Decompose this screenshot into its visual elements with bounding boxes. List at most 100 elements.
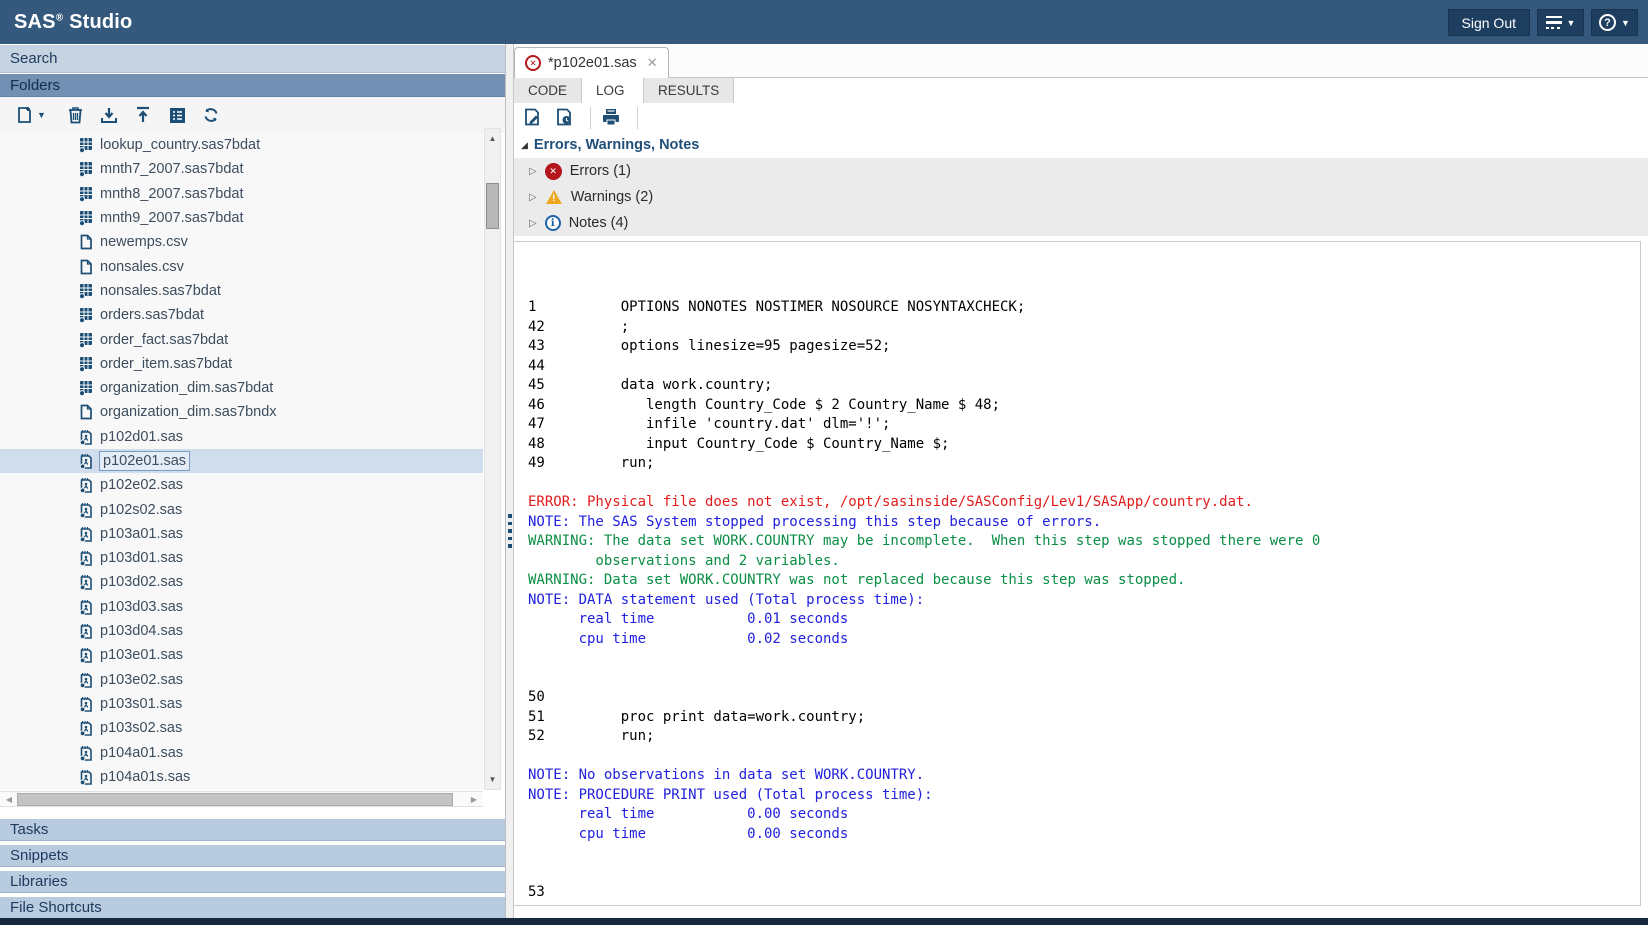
tree-item[interactable]: p103s01.sas (0, 692, 483, 716)
table-file-icon (78, 186, 94, 202)
tree-item[interactable]: nonsales.sas7bdat (0, 279, 483, 303)
error-circle-icon: ✕ (545, 163, 562, 180)
menu-button[interactable]: ▼ (1537, 9, 1584, 36)
tree-item[interactable]: p103e01.sas (0, 643, 483, 667)
log-history-button[interactable] (551, 105, 577, 131)
navigation-sidebar: Search Folders ▼ (0, 44, 505, 918)
tree-item[interactable]: p103d04.sas (0, 619, 483, 643)
delete-icon (67, 106, 84, 124)
tree-item[interactable]: mnth8_2007.sas7bdat (0, 182, 483, 206)
tree-item[interactable]: p103d02.sas (0, 570, 483, 594)
scroll-up-arrow-icon[interactable]: ▲ (485, 131, 500, 146)
sidebar-panel-folders[interactable]: Folders (0, 74, 505, 97)
tab-log[interactable]: LOG (582, 78, 644, 103)
upload-icon (134, 106, 152, 124)
tree-item[interactable]: p102e02.sas (0, 473, 483, 497)
tree-item[interactable]: organization_dim.sas7bdat (0, 376, 483, 400)
tree-item-selected[interactable]: p102e01.sas (0, 449, 483, 473)
tree-item[interactable]: p103d03.sas (0, 595, 483, 619)
tree-item[interactable]: organization_dim.sas7bndx (0, 400, 483, 424)
sas-program-icon (78, 599, 94, 615)
tree-item[interactable]: order_fact.sas7bdat (0, 327, 483, 351)
tree-item[interactable]: lookup_country.sas7bdat (0, 133, 483, 157)
tree-item[interactable]: p102d01.sas (0, 425, 483, 449)
splitter-grip-icon[interactable] (508, 514, 512, 548)
tree-item[interactable]: p103d01.sas (0, 546, 483, 570)
scroll-left-arrow-icon[interactable]: ◀ (2, 792, 16, 807)
tree-item[interactable]: p102s02.sas (0, 497, 483, 521)
panel-splitter[interactable] (505, 44, 513, 918)
errors-group-row[interactable]: ▷ ✕ Errors (1) (514, 158, 1648, 184)
table-file-icon (78, 332, 94, 348)
file-name: p103s02.sas (100, 720, 182, 736)
new-item-button[interactable]: ▼ (12, 102, 50, 128)
delete-button[interactable] (62, 102, 88, 128)
table-file-icon (78, 283, 94, 299)
sas-program-icon (78, 696, 94, 712)
notes-group-row[interactable]: ▷ i Notes (4) (514, 210, 1648, 236)
scroll-right-arrow-icon[interactable]: ▶ (467, 792, 481, 807)
scrollbar-thumb[interactable] (486, 183, 499, 229)
sidebar-panel-file-shortcuts[interactable]: File Shortcuts (0, 897, 505, 919)
bottom-status-strip (0, 918, 1648, 925)
sidebar-panel-snippets[interactable]: Snippets (0, 845, 505, 867)
warnings-group-row[interactable]: ▷ ! Warnings (2) (514, 184, 1648, 210)
sas-program-icon (78, 720, 94, 736)
refresh-button[interactable] (198, 102, 224, 128)
file-name: order_item.sas7bdat (100, 356, 232, 372)
messages-section-header[interactable]: ◢ Errors, Warnings, Notes (514, 132, 1648, 158)
properties-icon (169, 107, 186, 124)
chevron-down-icon: ▼ (1621, 18, 1630, 28)
help-button[interactable]: ? ▼ (1591, 9, 1638, 36)
document-tab[interactable]: ✕ *p102e01.sas ✕ (514, 47, 669, 78)
print-log-button[interactable] (598, 105, 624, 131)
tree-item[interactable]: p103e02.sas (0, 668, 483, 692)
file-name: p104a01s.sas (100, 769, 190, 785)
tree-item[interactable]: nonsales.csv (0, 254, 483, 278)
tree-item[interactable]: mnth9_2007.sas7bdat (0, 206, 483, 230)
plain-file-icon (78, 259, 94, 275)
sign-out-button[interactable]: Sign Out (1448, 9, 1530, 36)
warning-triangle-icon: ! (545, 189, 563, 205)
tree-item[interactable]: mnth7_2007.sas7bdat (0, 157, 483, 181)
tree-item[interactable]: p104a01s.sas (0, 765, 483, 789)
tree-item[interactable]: order_item.sas7bdat (0, 352, 483, 376)
toolbar-separator (590, 107, 591, 129)
folders-toolbar: ▼ (0, 97, 505, 133)
sas-program-icon (78, 550, 94, 566)
download-log-button[interactable] (519, 105, 545, 131)
collapse-triangle-icon: ◢ (521, 140, 528, 151)
close-icon[interactable]: ✕ (647, 55, 658, 71)
log-text: 1 OPTIONS NONOTES NOSTIMER NOSOURCE NOSY… (514, 242, 1640, 906)
file-name: p102e01.sas (100, 452, 189, 470)
sidebar-panel-tasks[interactable]: Tasks (0, 819, 505, 841)
file-name: mnth8_2007.sas7bdat (100, 186, 244, 202)
table-file-icon (78, 356, 94, 372)
tree-item[interactable]: p104a01.sas (0, 740, 483, 764)
sidebar-horizontal-scrollbar[interactable]: ◀ ▶ (0, 791, 483, 807)
chevron-down-icon: ▼ (1567, 18, 1576, 28)
properties-button[interactable] (164, 102, 190, 128)
help-icon: ? (1599, 14, 1616, 31)
tab-results[interactable]: RESULTS (644, 78, 734, 103)
sidebar-vertical-scrollbar[interactable]: ▲ ▼ (484, 128, 501, 790)
file-name: mnth9_2007.sas7bdat (100, 210, 244, 226)
file-name: p103d01.sas (100, 550, 183, 566)
file-name: p102e02.sas (100, 477, 183, 493)
tab-code[interactable]: CODE (514, 78, 582, 103)
scroll-down-arrow-icon[interactable]: ▼ (485, 772, 500, 787)
log-content-area: 1 OPTIONS NONOTES NOSTIMER NOSOURCE NOSY… (513, 241, 1641, 906)
tree-item[interactable]: orders.sas7bdat (0, 303, 483, 327)
sidebar-panel-search[interactable]: Search (0, 45, 505, 73)
tree-item[interactable]: newemps.csv (0, 230, 483, 254)
tree-item[interactable]: p103s02.sas (0, 716, 483, 740)
download-button[interactable] (96, 102, 122, 128)
tree-item[interactable]: p103a01.sas (0, 522, 483, 546)
file-name: nonsales.csv (100, 259, 184, 275)
scrollbar-thumb[interactable] (17, 793, 453, 806)
file-name: p102d01.sas (100, 429, 183, 445)
note-info-icon: i (545, 215, 561, 231)
upload-button[interactable] (130, 102, 156, 128)
table-file-icon (78, 137, 94, 153)
sidebar-panel-libraries[interactable]: Libraries (0, 871, 505, 893)
